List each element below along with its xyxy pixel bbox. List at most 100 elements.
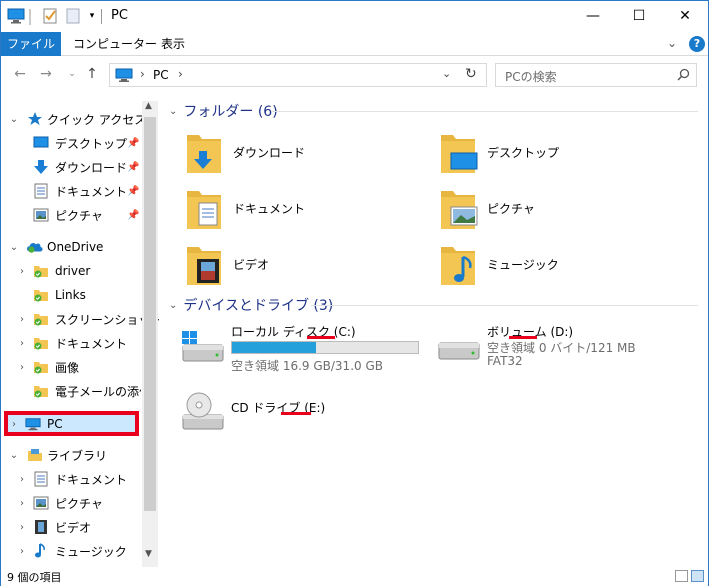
breadcrumb-chevron-icon[interactable]: › [140, 67, 145, 81]
breadcrumb-chevron-icon[interactable]: › [178, 67, 183, 81]
up-icon[interactable]: ↑ [83, 65, 101, 83]
large-icons-view-icon[interactable] [691, 570, 704, 582]
breadcrumb-pc[interactable]: PC [153, 68, 169, 82]
nav-label: 電子メールの添付 [55, 384, 141, 399]
collapse-icon[interactable]: ⌄ [9, 242, 19, 253]
expand-icon[interactable]: › [17, 522, 27, 533]
refresh-icon[interactable]: ↻ [465, 66, 477, 82]
nav-item-onedrive-folder[interactable]: › driver [1, 259, 141, 283]
videos-folder-icon [185, 241, 225, 289]
synced-folder-icon [33, 311, 49, 327]
nav-libraries[interactable]: ⌄ ライブラリ [1, 443, 141, 467]
expand-icon[interactable]: › [17, 266, 27, 277]
window-title: PC [111, 8, 128, 23]
pin-icon[interactable]: 📌 [127, 162, 139, 173]
qat-customize-icon[interactable]: ▾ [83, 7, 101, 25]
nav-item-library-documents[interactable]: › ドキュメント [1, 467, 141, 491]
cd-drive-icon [181, 391, 225, 436]
expand-icon[interactable]: › [17, 498, 27, 509]
details-view-icon[interactable] [675, 570, 688, 582]
volume-drive-icon [437, 329, 481, 368]
close-button[interactable]: ✕ [662, 1, 708, 31]
nav-label: ミュージック [55, 544, 127, 559]
expand-icon[interactable]: › [17, 546, 27, 557]
picture-icon [33, 207, 49, 223]
recent-locations-icon[interactable]: ⌄ [63, 65, 81, 83]
music-icon [33, 543, 49, 559]
tab-view[interactable]: 表示 [149, 32, 197, 56]
folder-documents[interactable]: ドキュメント [185, 185, 435, 241]
drive-usage-fill [232, 342, 316, 353]
expand-icon[interactable]: › [17, 314, 27, 325]
expand-icon[interactable]: › [17, 338, 27, 349]
nav-item-library-pictures[interactable]: › ピクチャ [1, 491, 141, 515]
item-count: 9 個の項目 [7, 571, 62, 584]
scroll-down-icon[interactable]: ▼ [145, 549, 152, 559]
nav-item-onedrive-folder[interactable]: › ドキュメント [1, 331, 141, 355]
group-header-devices[interactable]: ⌄ デバイスとドライブ (3) [169, 295, 333, 315]
search-placeholder: PCの検索 [505, 70, 557, 84]
nav-item-library-videos[interactable]: › ビデオ [1, 515, 141, 539]
folder-downloads[interactable]: ダウンロード [185, 129, 435, 185]
nav-quick-access[interactable]: ⌄ クイック アクセス [1, 107, 146, 131]
expand-icon[interactable]: › [17, 474, 27, 485]
minimize-button[interactable]: — [570, 1, 616, 31]
group-header-folders[interactable]: ⌄ フォルダー (6) [169, 101, 278, 121]
ribbon-expand-icon[interactable]: ⌄ [667, 36, 677, 50]
nav-label: ビデオ [55, 520, 92, 535]
synced-folder-icon [33, 335, 49, 351]
nav-item-pictures[interactable]: ピクチャ 📌 [1, 203, 141, 227]
nav-item-documents[interactable]: ドキュメント 📌 [1, 179, 141, 203]
address-dropdown-icon[interactable]: ⌄ [442, 67, 451, 80]
desktop-icon [33, 135, 49, 151]
nav-item-pc[interactable]: › PC [1, 412, 141, 436]
drive-usage-bar [231, 341, 419, 354]
nav-item-onedrive-folder[interactable]: Links [1, 283, 141, 307]
collapse-icon[interactable]: ⌄ [169, 300, 177, 311]
nav-label: ピクチャ [55, 496, 103, 511]
pin-icon[interactable]: 📌 [127, 138, 139, 149]
folder-desktop[interactable]: デスクトップ [439, 129, 689, 185]
title-separator [101, 9, 102, 24]
properties-icon[interactable] [41, 7, 59, 25]
nav-item-desktop[interactable]: デスクトップ 📌 [1, 131, 141, 155]
forward-icon[interactable]: → [37, 65, 55, 83]
pc-icon [115, 68, 133, 86]
collapse-icon[interactable]: ⌄ [9, 450, 19, 461]
folder-music[interactable]: ミュージック [439, 241, 689, 297]
folder-name: ドキュメント [233, 202, 306, 216]
tab-file[interactable]: ファイル [1, 32, 61, 56]
desktop-folder-icon [439, 129, 479, 177]
pin-icon[interactable]: 📌 [127, 210, 139, 221]
collapse-icon[interactable]: ⌄ [9, 114, 19, 125]
nav-scrollbar-thumb[interactable] [144, 117, 156, 511]
drive-e[interactable]: CD ドライブ (E:) [181, 392, 441, 457]
nav-item-onedrive-folder[interactable]: 電子メールの添付 [1, 379, 141, 403]
nav-item-downloads[interactable]: ダウンロード 📌 [1, 155, 141, 179]
scroll-up-icon[interactable]: ▲ [145, 101, 152, 111]
expand-icon[interactable]: › [9, 419, 19, 430]
nav-item-onedrive-folder[interactable]: › 画像 [1, 355, 141, 379]
back-icon[interactable]: ← [11, 65, 29, 83]
nav-label: Links [55, 288, 86, 302]
nav-item-library-music[interactable]: › ミュージック [1, 539, 141, 563]
folder-pictures[interactable]: ピクチャ [439, 185, 689, 241]
nav-onedrive[interactable]: ⌄ OneDrive [1, 235, 141, 259]
collapse-icon[interactable]: ⌄ [169, 106, 177, 117]
drive-c[interactable]: ローカル ディスク (C:) 空き領域 16.9 GB/31.0 GB [181, 323, 441, 383]
search-input[interactable]: PCの検索 [495, 63, 697, 87]
folder-name: ミュージック [487, 258, 559, 272]
pin-icon[interactable]: 📌 [127, 186, 139, 197]
new-folder-icon[interactable] [64, 7, 82, 25]
folder-videos[interactable]: ビデオ [185, 241, 435, 297]
expand-icon[interactable]: › [17, 362, 27, 373]
folder-name: ピクチャ [487, 202, 535, 216]
nav-label: ドキュメント [55, 184, 128, 199]
drive-d[interactable]: ボリューム (D:) 空き領域 0 バイト/121 MB FAT32 [437, 323, 697, 383]
status-bar: 9 個の項目 [1, 567, 708, 586]
help-icon[interactable]: ? [689, 36, 705, 52]
address-bar[interactable]: › PC › ⌄ ↻ [109, 63, 487, 87]
maximize-button[interactable]: ☐ [616, 1, 662, 31]
drive-name: ローカル ディスク (C:) [231, 325, 356, 339]
nav-item-onedrive-folder[interactable]: › スクリーンショット [1, 307, 159, 331]
